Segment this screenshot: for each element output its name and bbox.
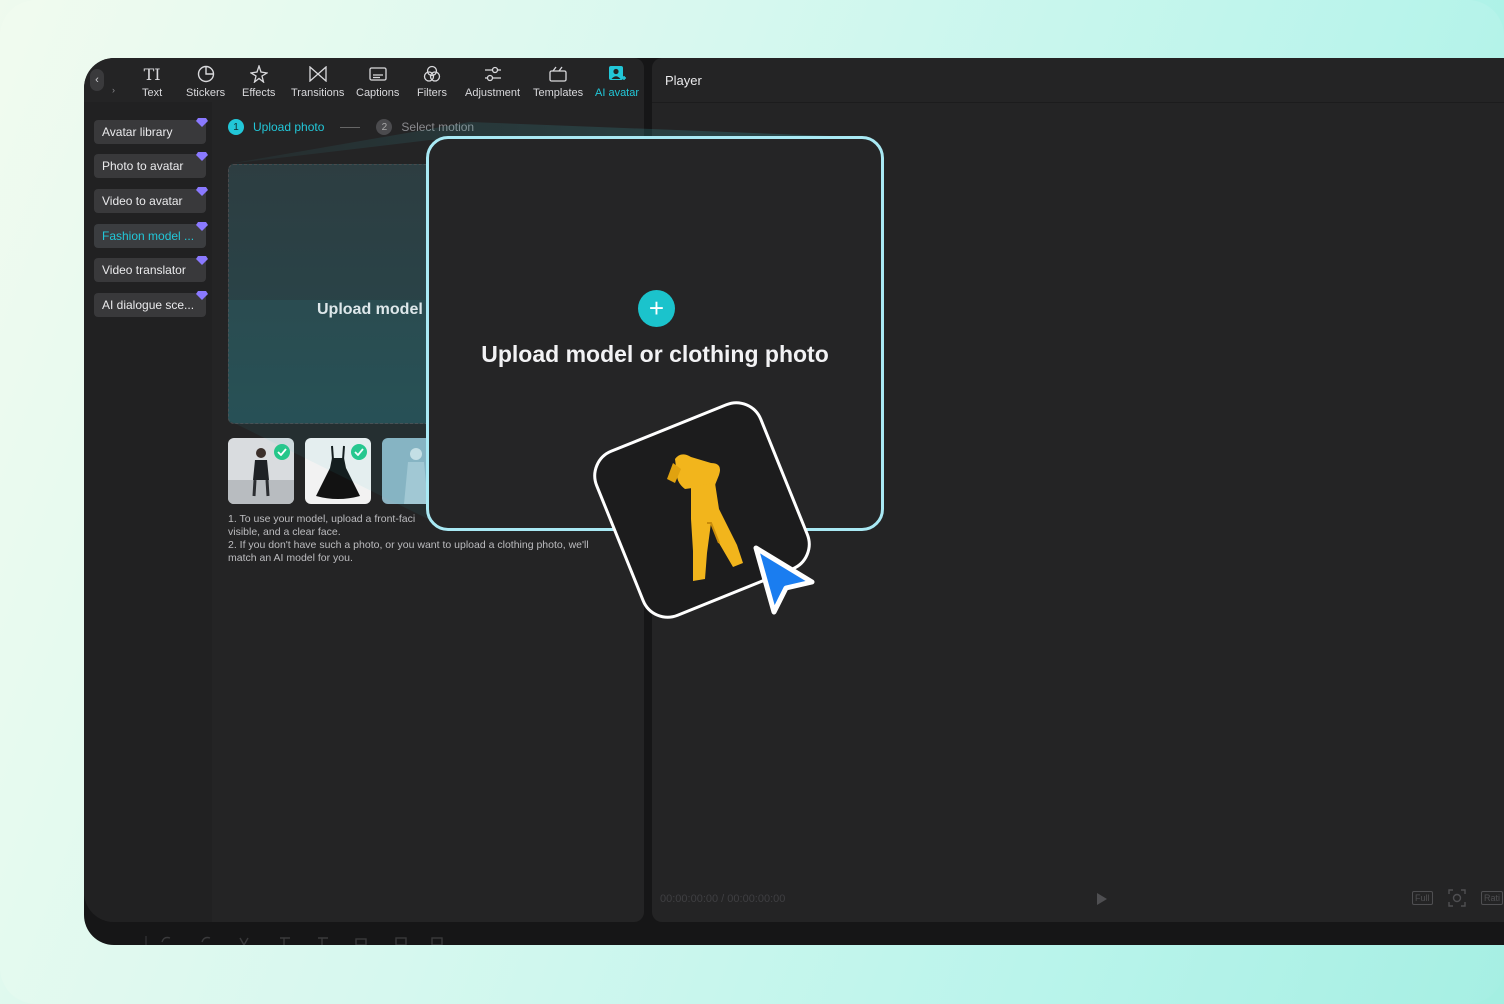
sidebar-item-video-translator[interactable]: Video translator [94,258,206,282]
tool-label: Stickers [186,87,226,99]
sticker-icon [197,64,215,84]
sample-dress-thumbnail[interactable] [305,438,371,504]
sidebar-item-label: Video translator [102,263,186,277]
tool-label: Transitions [291,87,345,99]
tool-effects[interactable]: Effects [242,64,275,99]
filters-icon [423,64,441,84]
step-1-badge: 1 [228,119,244,135]
diamond-icon [196,187,208,196]
tool-label: Filters [417,87,447,99]
sidebar-item-label: AI dialogue sce... [102,298,195,312]
sidebar-item-label: Video to avatar [102,194,183,208]
tool-label: AI avatar [595,87,640,99]
step-indicator: 1 Upload photo 2 Select motion [228,118,474,136]
diamond-icon [196,291,208,300]
full-button[interactable]: Full [1412,891,1433,905]
tool-filters[interactable]: Filters [417,64,447,99]
chevron-right-icon: › [112,85,115,95]
tool-label: Captions [356,87,400,99]
sliders-icon [484,64,502,84]
top-toolbar: ‹ › TI Text Stickers Effects Transitions… [84,58,644,102]
play-icon[interactable] [1096,892,1108,906]
captions-icon [369,64,387,84]
transition-icon [309,64,327,84]
sidebar-item-photo-to-avatar[interactable]: Photo to avatar [94,154,206,178]
diamond-icon [196,222,208,231]
player-title: Player [665,73,702,88]
templates-icon [549,64,567,84]
ratio-button[interactable]: Rati [1481,891,1504,905]
text-icon: TI [143,64,161,84]
diamond-icon [196,256,208,265]
diamond-icon [196,152,208,161]
check-icon [351,444,367,460]
collapse-panel-button[interactable]: ‹ [90,69,104,91]
timeline-toolbar [84,928,1504,945]
tool-label: Templates [533,87,584,99]
tool-label: Text [142,87,163,99]
divider [652,102,1504,103]
sidebar-item-label: Avatar library [102,125,173,139]
step-1-label[interactable]: Upload photo [253,120,324,134]
ai-avatar-sidebar: Avatar library Photo to avatar Video to … [84,102,212,922]
hint-line: match an AI model for you. [228,552,353,564]
avatar-icon [608,64,627,84]
tool-ai-avatar[interactable]: AI avatar [595,64,639,99]
upload-drop-text: Upload model o [317,301,437,318]
tool-label: Effects [242,87,276,99]
tool-stickers[interactable]: Stickers [186,64,225,99]
promo-background: ‹ › TI Text Stickers Effects Transitions… [0,0,1504,1004]
step-2-badge: 2 [376,119,393,135]
check-icon [274,444,290,460]
step-divider [340,126,361,128]
step-2-label[interactable]: Select motion [401,120,474,134]
cursor-icon [753,545,815,615]
tool-label: Adjustment [465,87,521,99]
timecode: 00:00:00:00 / 00:00:00:00 [660,893,786,905]
sidebar-item-fashion-model[interactable]: Fashion model ... [94,224,206,248]
tool-text[interactable]: TI Text [142,64,163,100]
upload-prompt-text: Upload model or clothing photo [481,341,829,367]
sidebar-item-video-to-avatar[interactable]: Video to avatar [94,189,206,213]
tool-templates[interactable]: Templates [533,64,583,99]
tool-adjustment[interactable]: Adjustment [465,64,520,99]
fit-screen-icon[interactable] [1448,889,1466,907]
tool-transitions[interactable]: Transitions [291,64,344,99]
sample-model-thumbnail[interactable] [228,438,294,504]
sparkle-icon [249,64,268,84]
sidebar-item-ai-dialogue[interactable]: AI dialogue sce... [94,293,206,317]
sidebar-item-avatar-library[interactable]: Avatar library [94,120,206,144]
timeline-tools-icons [145,936,443,945]
sidebar-item-label: Fashion model ... [102,229,195,243]
tool-captions[interactable]: Captions [356,64,399,99]
sidebar-item-label: Photo to avatar [102,159,184,173]
hint-line: 2. If you don't have such a photo, or yo… [228,539,589,551]
diamond-icon [196,118,208,127]
plus-icon[interactable]: + [638,290,675,327]
